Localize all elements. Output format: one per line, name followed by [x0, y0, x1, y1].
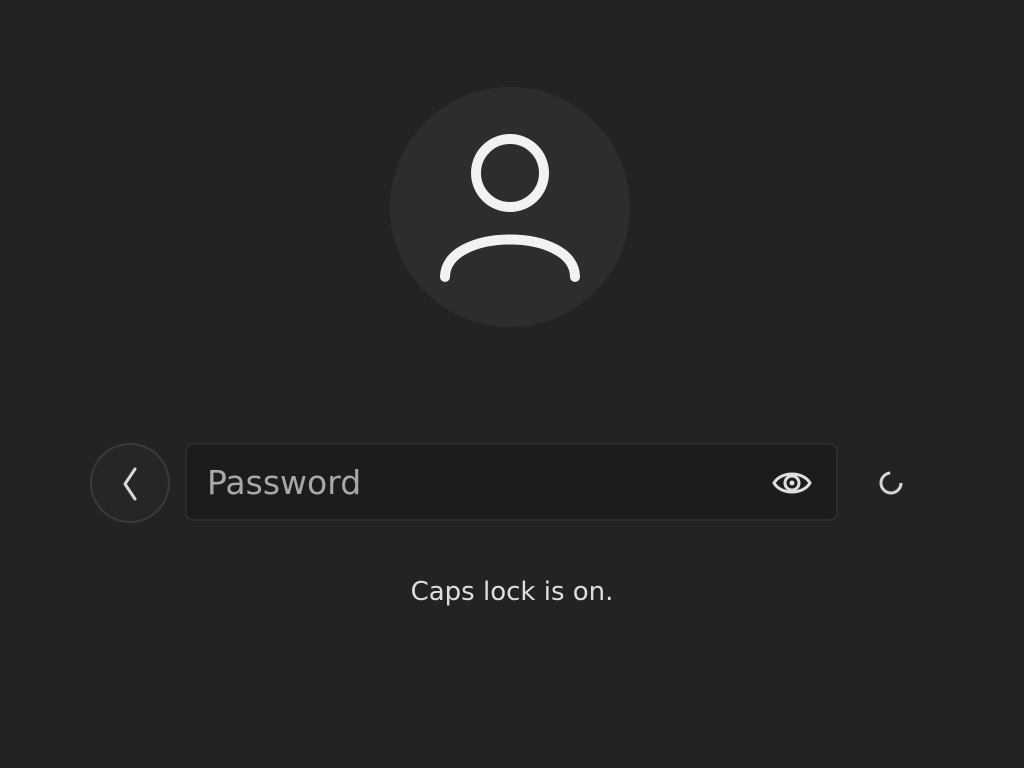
- loading-spinner-icon: [879, 471, 903, 495]
- eye-icon: [772, 472, 812, 494]
- login-screen: Caps lock is on.: [0, 0, 1024, 768]
- loading-spinner: [876, 468, 906, 498]
- reveal-password-button[interactable]: [767, 458, 817, 508]
- back-button[interactable]: [90, 443, 170, 523]
- password-input[interactable]: [207, 445, 747, 519]
- password-field-container: [185, 443, 838, 521]
- user-avatar: [390, 87, 630, 327]
- user-icon: [440, 134, 580, 282]
- caps-lock-warning: Caps lock is on.: [410, 577, 614, 607]
- chevron-left-icon: [123, 467, 137, 501]
